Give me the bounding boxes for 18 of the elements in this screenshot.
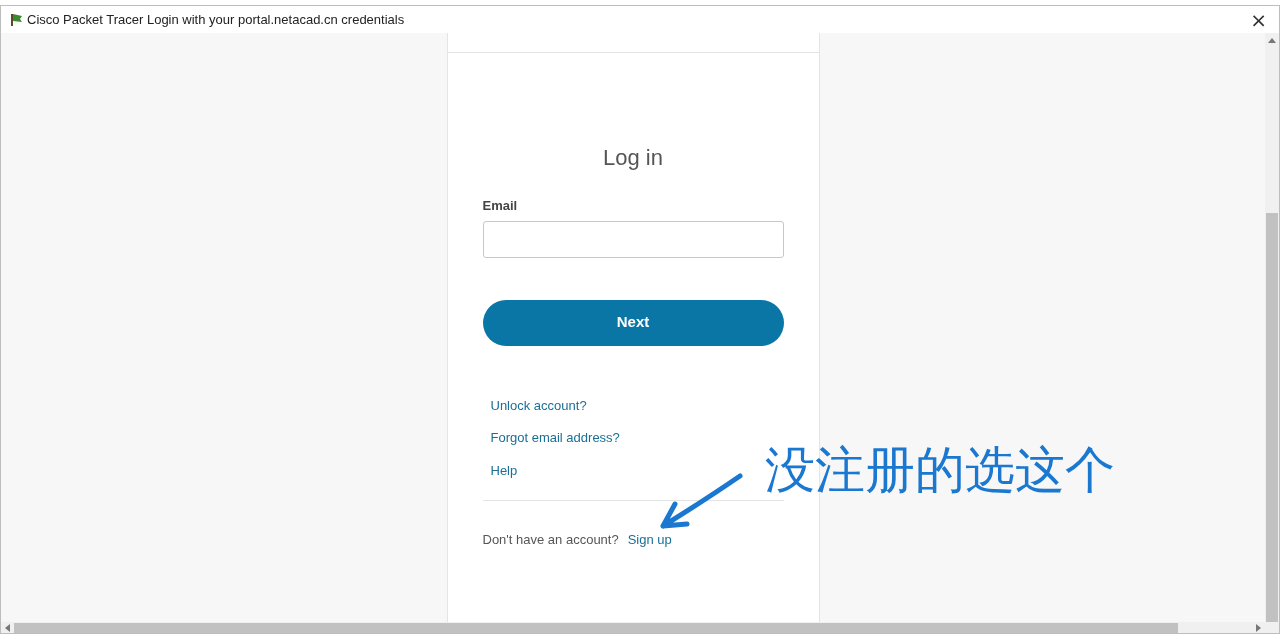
horizontal-scrollbar[interactable]: [0, 622, 1280, 634]
login-heading: Log in: [602, 144, 664, 172]
email-label: Email: [482, 197, 518, 215]
up-arrow-icon[interactable]: [1268, 37, 1276, 43]
next-button[interactable]: Next: [482, 299, 784, 346]
right-arrow-icon[interactable]: [1256, 623, 1261, 632]
help-link[interactable]: Unlock account?: [490, 395, 587, 415]
window-title: Cisco Packet Tracer Login with your portal.netacad.cn credentials: [27, 10, 405, 29]
help-link[interactable]: Help: [490, 460, 518, 480]
left-arrow-icon[interactable]: [5, 623, 10, 632]
vertical-scrollbar[interactable]: [1265, 33, 1279, 622]
handwritten-note: 没注册的选这个: [765, 445, 1115, 495]
help-link[interactable]: Forgot email address?: [490, 428, 620, 448]
sign-up-link[interactable]: Sign up: [627, 530, 672, 550]
no-account-text: Don't have an account?: [482, 531, 619, 549]
app-icon: [9, 12, 23, 27]
email-field[interactable]: [482, 220, 784, 258]
close-button[interactable]: ×: [1250, 9, 1267, 30]
